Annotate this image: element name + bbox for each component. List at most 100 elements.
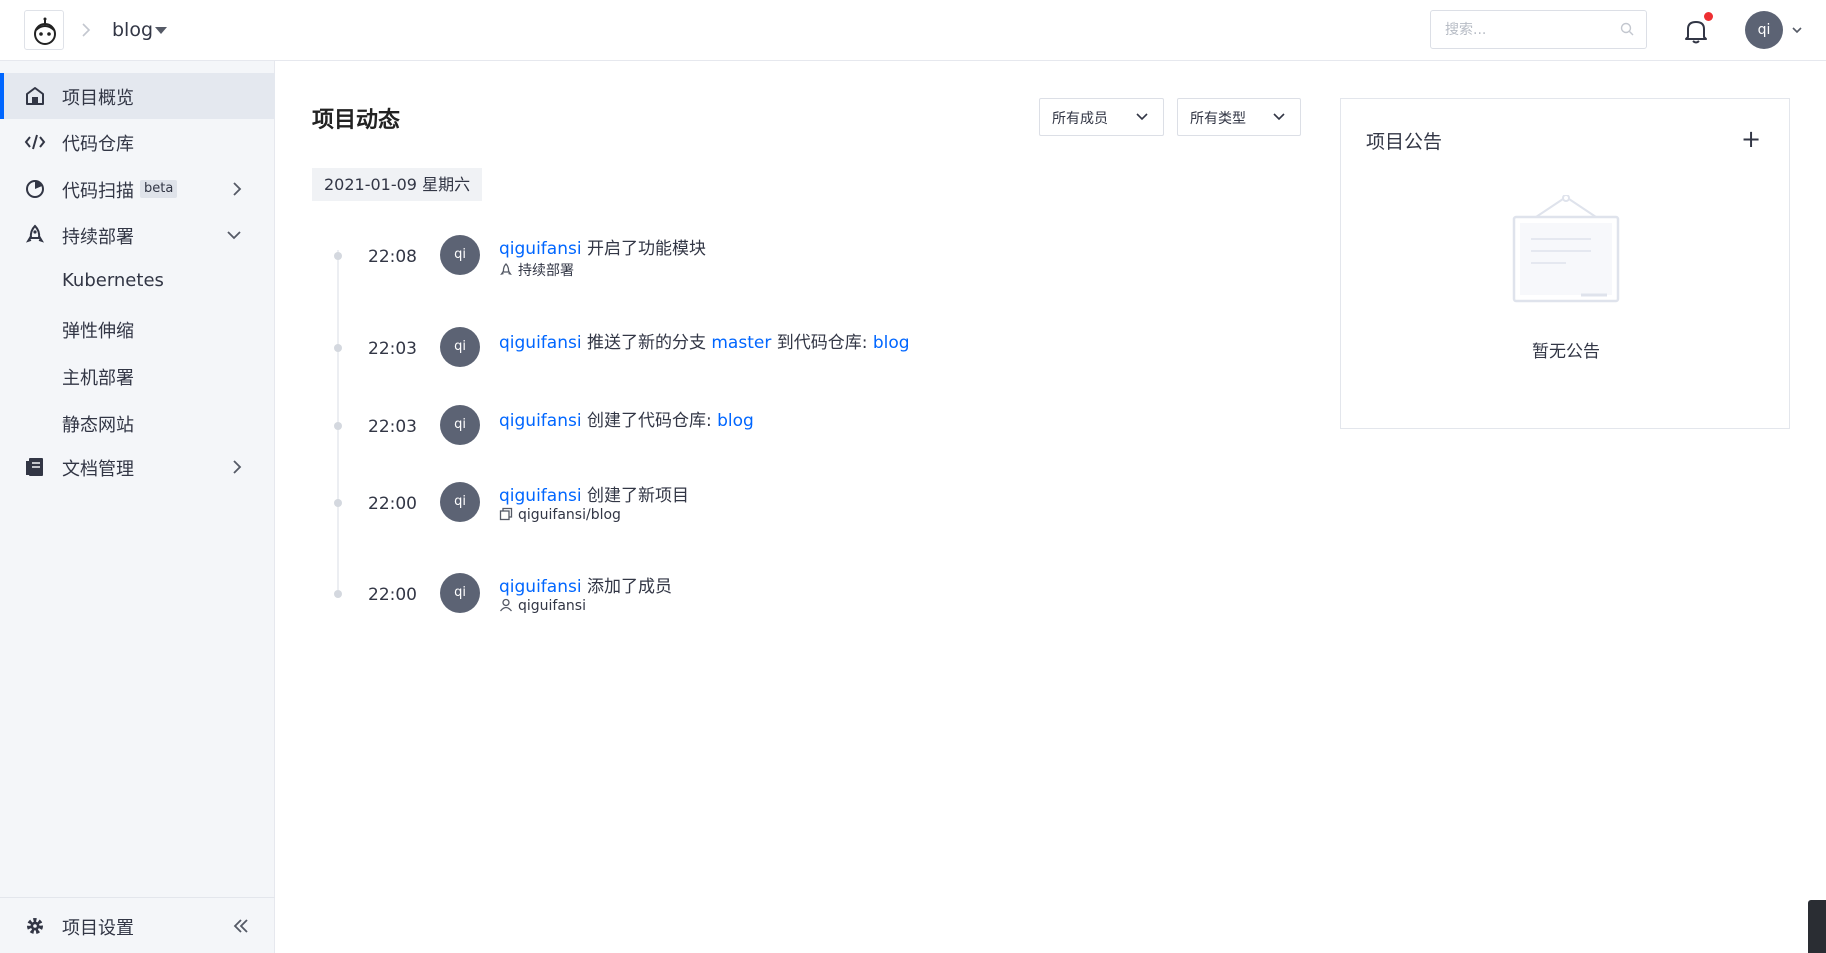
- code-icon: [24, 134, 46, 150]
- scrollbar-thumb[interactable]: [1808, 900, 1826, 953]
- user-link[interactable]: qiguifansi: [499, 577, 582, 597]
- chevron-right-icon: [82, 23, 91, 37]
- project-icon: [499, 507, 513, 521]
- search-input[interactable]: [1443, 19, 1613, 41]
- type-filter-label: 所有类型: [1190, 111, 1246, 127]
- chevron-down-icon: [1273, 113, 1285, 121]
- sidebar-item-docs[interactable]: 文档管理: [0, 444, 275, 490]
- caret-down-icon[interactable]: [155, 27, 167, 34]
- event-detail-text[interactable]: qiguifansi/blog: [518, 507, 621, 523]
- member-filter-label: 所有成员: [1052, 111, 1108, 127]
- type-filter-dropdown[interactable]: 所有类型: [1177, 98, 1301, 136]
- sidebar-item-label: 文档管理: [62, 459, 134, 480]
- user-link[interactable]: qiguifansi: [499, 333, 582, 353]
- event-action: 推送了新的分支: [586, 333, 706, 353]
- beta-badge: beta: [140, 180, 178, 198]
- avatar[interactable]: qi: [440, 405, 480, 445]
- chevron-down-icon[interactable]: [226, 229, 242, 241]
- timeline-event: 22:00 qi qiguifansi 添加了成员 qiguifansi: [330, 573, 1230, 651]
- sidebar-item-code-repo[interactable]: 代码仓库: [0, 119, 275, 165]
- page-title: 项目动态: [312, 108, 401, 133]
- sidebar-item-autoscaling[interactable]: 弹性伸缩: [0, 306, 275, 352]
- event-time: 22:00: [368, 494, 417, 514]
- event-action: 开启了功能模块: [586, 239, 706, 259]
- event-time: 22:00: [368, 585, 417, 605]
- timeline-dot: [334, 422, 342, 430]
- user-icon: [499, 598, 513, 612]
- bell-icon[interactable]: [1684, 18, 1708, 44]
- event-action: 到代码仓库:: [776, 333, 868, 353]
- avatar[interactable]: qi: [440, 482, 480, 522]
- sidebar-item-label: 项目设置: [62, 918, 134, 939]
- sidebar-item-deploy[interactable]: 持续部署: [0, 212, 275, 258]
- announcement-card: 项目公告 + 暂无公告: [1340, 98, 1790, 429]
- sidebar-item-label: 主机部署: [62, 368, 134, 389]
- home-icon: [26, 87, 44, 105]
- chevron-right-icon[interactable]: [231, 459, 243, 475]
- rocket-icon: [25, 224, 45, 243]
- user-link[interactable]: qiguifansi: [499, 486, 582, 506]
- sidebar-item-label: Kubernetes: [62, 270, 164, 291]
- avatar[interactable]: qi: [440, 327, 480, 367]
- gear-icon: [27, 918, 43, 934]
- notification-dot: [1704, 12, 1713, 21]
- user-link[interactable]: qiguifansi: [499, 239, 582, 259]
- repo-link[interactable]: blog: [873, 333, 910, 353]
- empty-announcement-text: 暂无公告: [1532, 342, 1600, 362]
- sidebar-item-label: 代码仓库: [62, 134, 134, 155]
- logo[interactable]: [24, 10, 64, 50]
- sidebar: 项目概览 代码仓库 代码扫描 beta 持续部署 Kubernetes 弹性伸缩…: [0, 61, 275, 953]
- timeline-event: 22:08 qi qiguifansi 开启了功能模块 持续部署: [330, 235, 1230, 313]
- timeline-dot: [334, 499, 342, 507]
- search-box[interactable]: [1430, 10, 1647, 49]
- timeline-dot: [334, 590, 342, 598]
- chevron-right-icon[interactable]: [231, 181, 243, 197]
- event-time: 22:03: [368, 339, 417, 359]
- timeline-event: 22:00 qi qiguifansi 创建了新项目 qiguifansi/bl…: [330, 482, 1230, 560]
- event-text: qiguifansi 创建了代码仓库: blog: [499, 406, 754, 431]
- sidebar-item-label: 代码扫描: [62, 181, 134, 202]
- logo-icon: [34, 17, 56, 45]
- sidebar-item-label: 持续部署: [62, 227, 134, 248]
- project-name[interactable]: blog: [112, 19, 153, 41]
- search-icon[interactable]: [1620, 22, 1634, 36]
- member-filter-dropdown[interactable]: 所有成员: [1039, 98, 1164, 136]
- empty-board-illustration: [1512, 195, 1620, 303]
- user-avatar[interactable]: qi: [1745, 11, 1783, 49]
- event-detail: qiguifansi: [499, 598, 586, 614]
- collapse-sidebar-icon[interactable]: [232, 918, 250, 934]
- event-text: qiguifansi 推送了新的分支 master 到代码仓库: blog: [499, 328, 910, 353]
- event-text: qiguifansi 创建了新项目: [499, 481, 689, 506]
- sidebar-item-code-scan[interactable]: 代码扫描 beta: [0, 166, 275, 212]
- event-action: 创建了代码仓库:: [586, 411, 712, 431]
- event-detail-text: qiguifansi: [518, 598, 586, 614]
- timeline-dot: [334, 344, 342, 352]
- event-action: 创建了新项目: [586, 486, 689, 506]
- branch-link[interactable]: master: [711, 333, 771, 353]
- document-icon: [26, 458, 43, 476]
- timeline-dot: [334, 252, 342, 260]
- timeline-event: 22:03 qi qiguifansi 创建了代码仓库: blog: [330, 405, 1230, 483]
- sidebar-item-label: 静态网站: [62, 415, 134, 436]
- chevron-down-icon[interactable]: [1791, 24, 1803, 36]
- sidebar-item-label: 弹性伸缩: [62, 321, 134, 342]
- user-link[interactable]: qiguifansi: [499, 411, 582, 431]
- event-action: 添加了成员: [586, 577, 672, 597]
- event-time: 22:03: [368, 417, 417, 437]
- sidebar-item-overview[interactable]: 项目概览: [0, 73, 275, 119]
- event-text: qiguifansi 添加了成员: [499, 572, 672, 597]
- repo-link[interactable]: blog: [717, 411, 754, 431]
- event-detail-text: 持续部署: [518, 263, 574, 279]
- avatar[interactable]: qi: [440, 573, 480, 613]
- add-announcement-button[interactable]: +: [1741, 127, 1761, 151]
- chevron-down-icon: [1136, 113, 1148, 121]
- scan-icon: [26, 180, 44, 198]
- event-time: 22:08: [368, 247, 417, 267]
- date-chip: 2021-01-09 星期六: [312, 168, 483, 201]
- sidebar-item-static-site[interactable]: 静态网站: [0, 400, 275, 446]
- announcement-title: 项目公告: [1366, 131, 1443, 153]
- sidebar-item-kubernetes[interactable]: Kubernetes: [0, 259, 275, 305]
- sidebar-item-host-deploy[interactable]: 主机部署: [0, 353, 275, 399]
- avatar[interactable]: qi: [440, 235, 480, 275]
- rocket-icon: [500, 263, 512, 275]
